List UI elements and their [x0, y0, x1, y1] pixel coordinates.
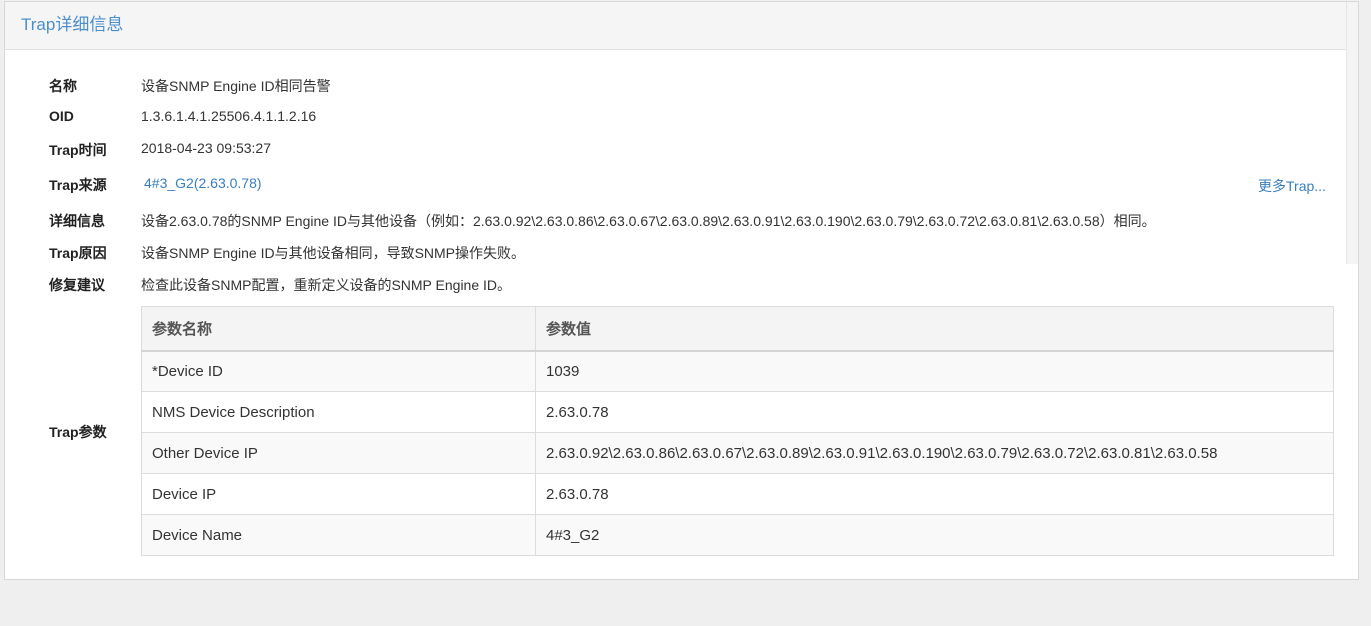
trap-params-table: 参数名称 参数值 *Device ID 1039 NMS Device Desc…: [141, 306, 1334, 556]
table-row: Device IP 2.63.0.78: [141, 473, 1334, 515]
param-name-header: 参数名称: [141, 306, 536, 352]
fix-suggestion-value: 检查此设备SNMP配置，重新定义设备的SNMP Engine ID。: [141, 277, 512, 293]
panel-header: Trap详细信息: [5, 2, 1358, 50]
detail-info-label: 详细信息: [49, 213, 105, 229]
param-value-cell: 2.63.0.78: [535, 473, 1334, 515]
table-row: *Device ID 1039: [141, 350, 1334, 392]
detail-info-value: 设备2.63.0.78的SNMP Engine ID与其他设备（例如：2.63.…: [141, 213, 1156, 229]
param-name-cell: NMS Device Description: [141, 391, 536, 433]
trap-time-value: 2018-04-23 09:53:27: [141, 140, 271, 156]
param-value-cell: 1039: [535, 350, 1334, 392]
more-traps-link[interactable]: 更多Trap...: [1258, 176, 1326, 196]
fix-suggestion-label: 修复建议: [49, 277, 105, 293]
param-name-cell: Device Name: [141, 514, 536, 556]
param-value-header: 参数值: [535, 306, 1334, 352]
param-name-cell: *Device ID: [141, 350, 536, 392]
param-name-cell: Device IP: [141, 473, 536, 515]
trap-source-link[interactable]: 4#3_G2(2.63.0.78): [144, 175, 262, 191]
table-header-row: 参数名称 参数值: [141, 306, 1334, 352]
name-value: 设备SNMP Engine ID相同告警: [141, 78, 331, 94]
table-row: Other Device IP 2.63.0.92\2.63.0.86\2.63…: [141, 432, 1334, 474]
name-label: 名称: [49, 78, 77, 94]
trap-source-label: Trap来源: [49, 177, 107, 193]
table-row: NMS Device Description 2.63.0.78: [141, 391, 1334, 433]
oid-label: OID: [49, 108, 74, 124]
trap-reason-value: 设备SNMP Engine ID与其他设备相同，导致SNMP操作失败。: [141, 245, 526, 261]
param-value-cell: 2.63.0.92\2.63.0.86\2.63.0.67\2.63.0.89\…: [535, 432, 1334, 474]
scrollbar[interactable]: [1346, 2, 1358, 264]
trap-params-label: Trap参数: [49, 424, 107, 440]
param-name-cell: Other Device IP: [141, 432, 536, 474]
trap-reason-label: Trap原因: [49, 245, 107, 261]
param-value-cell: 2.63.0.78: [535, 391, 1334, 433]
oid-value: 1.3.6.1.4.1.25506.4.1.1.2.16: [141, 108, 317, 124]
param-value-cell: 4#3_G2: [535, 514, 1334, 556]
panel-title: Trap详细信息: [21, 15, 124, 34]
trap-time-label: Trap时间: [49, 142, 107, 158]
table-row: Device Name 4#3_G2: [141, 514, 1334, 556]
